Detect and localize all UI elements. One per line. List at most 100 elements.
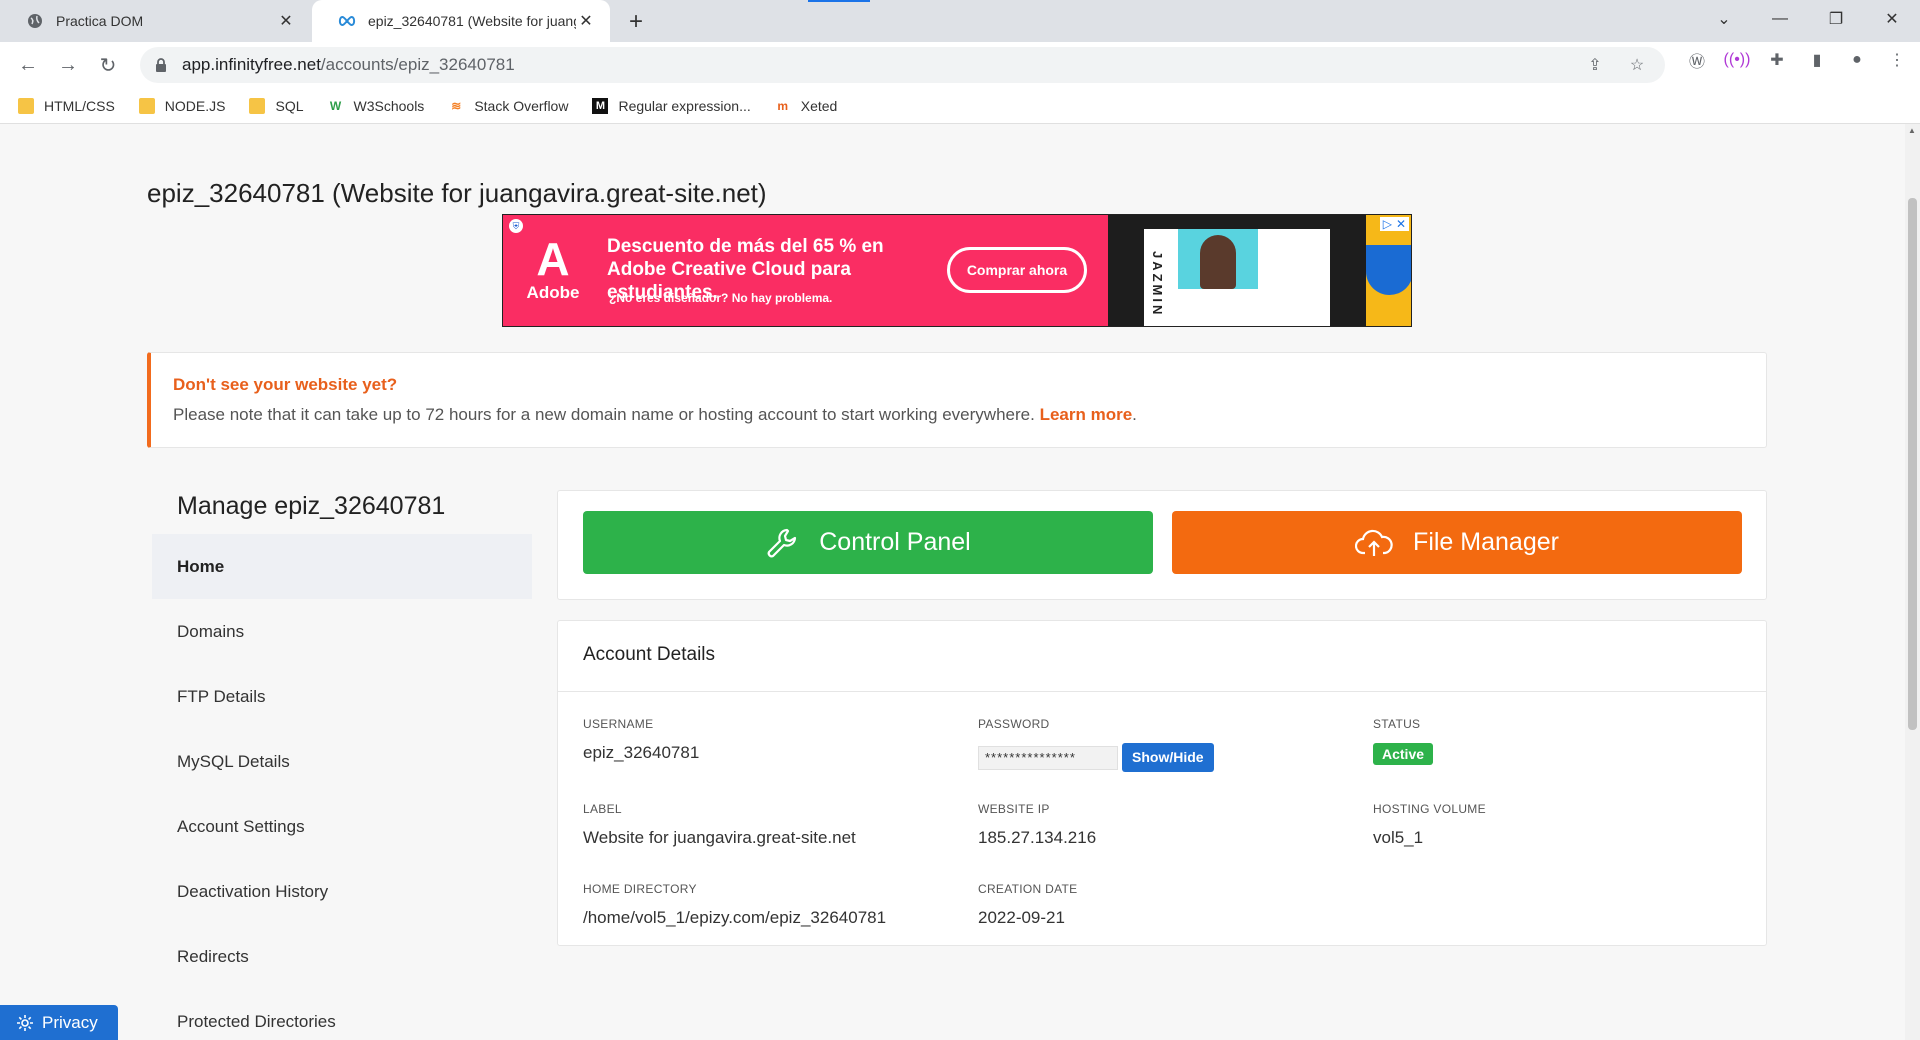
forward-icon[interactable]: → (48, 45, 88, 85)
control-panel-button[interactable]: Control Panel (583, 511, 1153, 574)
website-ip-label: WEBSITE IP (978, 802, 1050, 816)
share-icon[interactable]: ⇪ (1581, 51, 1609, 79)
username-field: USERNAME epiz_32640781 (583, 717, 699, 763)
ad-banner[interactable]: ⛨ A Adobe Descuento de más del 65 % en A… (502, 214, 1412, 327)
url-path: /accounts/epiz_32640781 (320, 55, 515, 74)
ad-resume-card: JAZMIN (1144, 229, 1330, 326)
stackoverflow-icon: ≋ (451, 98, 462, 113)
bookmark-star-icon[interactable]: ☆ (1623, 51, 1651, 79)
folder-icon (18, 97, 34, 114)
status-label: STATUS (1373, 717, 1421, 731)
cloud-upload-icon (1355, 529, 1393, 556)
page-title: epiz_32640781 (Website for juangavira.gr… (147, 178, 767, 208)
puzzle-icon[interactable]: ✚ (1762, 45, 1792, 75)
folder-icon (249, 97, 266, 114)
nav-item-deactivation-history[interactable]: Deactivation History (152, 859, 532, 924)
password-label: PASSWORD (978, 717, 1050, 731)
privacy-button[interactable]: Privacy (0, 1005, 118, 1040)
reload-icon[interactable]: ↻ (88, 45, 128, 85)
bookmark-stackoverflow[interactable]: ≋ Stack Overflow (448, 98, 568, 114)
nav-item-mysql-details[interactable]: MySQL Details (152, 729, 532, 794)
manage-title: Manage epiz_32640781 (177, 492, 446, 520)
file-manager-button[interactable]: File Manager (1172, 511, 1742, 574)
nav-item-ftp-details[interactable]: FTP Details (152, 664, 532, 729)
bookmark-label: Xeted (800, 97, 838, 114)
scroll-up-icon[interactable]: ▲ (1908, 126, 1916, 135)
profile-icon[interactable]: ● (1842, 45, 1872, 75)
password-value[interactable]: *************** (978, 745, 1118, 770)
bookmarks-bar: HTML/CSS NODE.JS SQL W W3Schools ≋ Stack… (0, 88, 1920, 124)
quick-actions-card: Control Panel File Manager (557, 490, 1767, 600)
nav-item-home[interactable]: Home (152, 534, 532, 599)
window-controls: ⌄ — ❐ ✕ (1696, 0, 1920, 38)
nav-item-redirects[interactable]: Redirects (152, 924, 532, 989)
bookmark-label: Stack Overflow (474, 97, 569, 114)
bookmark-nodejs[interactable]: NODE.JS (138, 97, 226, 114)
new-tab-button[interactable]: + (622, 8, 650, 36)
show-hide-button[interactable]: Show/Hide (1122, 743, 1214, 772)
folder-icon (138, 97, 155, 114)
gear-icon (17, 1014, 33, 1031)
creation-date-label: CREATION DATE (978, 882, 1078, 896)
bookmark-label: HTML/CSS (44, 97, 115, 114)
website-ip-field: WEBSITE IP 185.27.134.216 (978, 802, 1096, 848)
wrench-icon (767, 528, 797, 557)
minimize-icon[interactable]: — (1752, 0, 1808, 38)
tab-search-icon[interactable]: ⌄ (1696, 0, 1752, 38)
nav-item-domains[interactable]: Domains (152, 599, 532, 664)
ad-decor (1366, 245, 1411, 295)
regex-icon: M (592, 97, 609, 114)
menu-dots-icon[interactable]: ⋮ (1882, 45, 1912, 75)
bookmark-label: W3Schools (353, 97, 425, 114)
password-field: PASSWORD *************** Show/Hide (978, 717, 1214, 772)
scroll-thumb[interactable] (1908, 198, 1917, 730)
side-nav: Home Domains FTP Details MySQL Details A… (152, 534, 532, 1040)
ad-vertical-name: JAZMIN (1150, 251, 1165, 318)
url-text: app.infinityfree.net/accounts/epiz_32640… (182, 55, 515, 75)
tab-account[interactable]: epiz_32640781 (Website for juang ✕ (312, 0, 610, 42)
file-manager-label: File Manager (1413, 528, 1559, 556)
tab-practica-dom[interactable]: Practica DOM ✕ (0, 0, 310, 42)
bookmark-html-css[interactable]: HTML/CSS (18, 97, 115, 114)
broadcast-icon[interactable]: ((•)) (1722, 45, 1752, 75)
bookmark-sql[interactable]: SQL (249, 97, 304, 114)
home-directory-label: HOME DIRECTORY (583, 882, 697, 896)
w3schools-icon: W (329, 98, 342, 113)
lock-icon (154, 57, 170, 73)
hosting-volume-value: vol5_1 (1373, 828, 1424, 847)
label-label: LABEL (583, 802, 622, 816)
ad-close-icon[interactable]: ✕ (1396, 217, 1406, 231)
address-bar[interactable]: app.infinityfree.net/accounts/epiz_32640… (140, 47, 1665, 83)
close-icon[interactable]: ✕ (576, 11, 596, 31)
bookmark-xeted[interactable]: m Xeted (775, 97, 838, 114)
bookmark-label: NODE.JS (164, 97, 226, 114)
close-icon[interactable]: ✕ (276, 11, 296, 31)
wordpress-icon[interactable]: Ⓦ (1682, 45, 1712, 75)
close-window-icon[interactable]: ✕ (1864, 0, 1920, 38)
username-value: epiz_32640781 (583, 743, 700, 762)
bookmark-regex[interactable]: M Regular expression... (592, 97, 751, 114)
restore-icon[interactable]: ❐ (1808, 0, 1864, 38)
ad-image: JAZMIN (1108, 215, 1411, 326)
status-field: STATUS Active (1373, 717, 1434, 765)
ad-photo (1178, 229, 1258, 289)
adchoices-icon[interactable]: ▷ (1383, 217, 1392, 231)
nav-item-account-settings[interactable]: Account Settings (152, 794, 532, 859)
bookmark-w3schools[interactable]: W W3Schools (328, 97, 425, 114)
tab-loading-indicator (808, 0, 870, 2)
tab-title: epiz_32640781 (Website for juang (368, 13, 576, 29)
notice-title: Don't see your website yet? (173, 375, 398, 394)
page-scrollbar[interactable]: ▲ (1905, 124, 1920, 1040)
learn-more-link[interactable]: Learn more (1040, 405, 1133, 424)
extensions-bar: Ⓦ ((•)) ✚ ▮ ● ⋮ (1682, 45, 1912, 75)
home-directory-field: HOME DIRECTORY /home/vol5_1/epizy.com/ep… (583, 882, 886, 928)
back-icon[interactable]: ← (8, 45, 48, 85)
label-value: Website for juangavira.great-site.net (583, 828, 856, 847)
privacy-label: Privacy (42, 1012, 98, 1032)
ad-subline: ¿No eres diseñador? No hay problema. (609, 291, 833, 305)
side-panel-icon[interactable]: ▮ (1802, 45, 1832, 75)
hosting-volume-field: HOSTING VOLUME vol5_1 (1373, 802, 1486, 848)
ad-cta-button[interactable]: Comprar ahora (947, 247, 1087, 293)
page-content: epiz_32640781 (Website for juangavira.gr… (0, 128, 1905, 1040)
nav-item-protected-directories[interactable]: Protected Directories (152, 989, 532, 1040)
